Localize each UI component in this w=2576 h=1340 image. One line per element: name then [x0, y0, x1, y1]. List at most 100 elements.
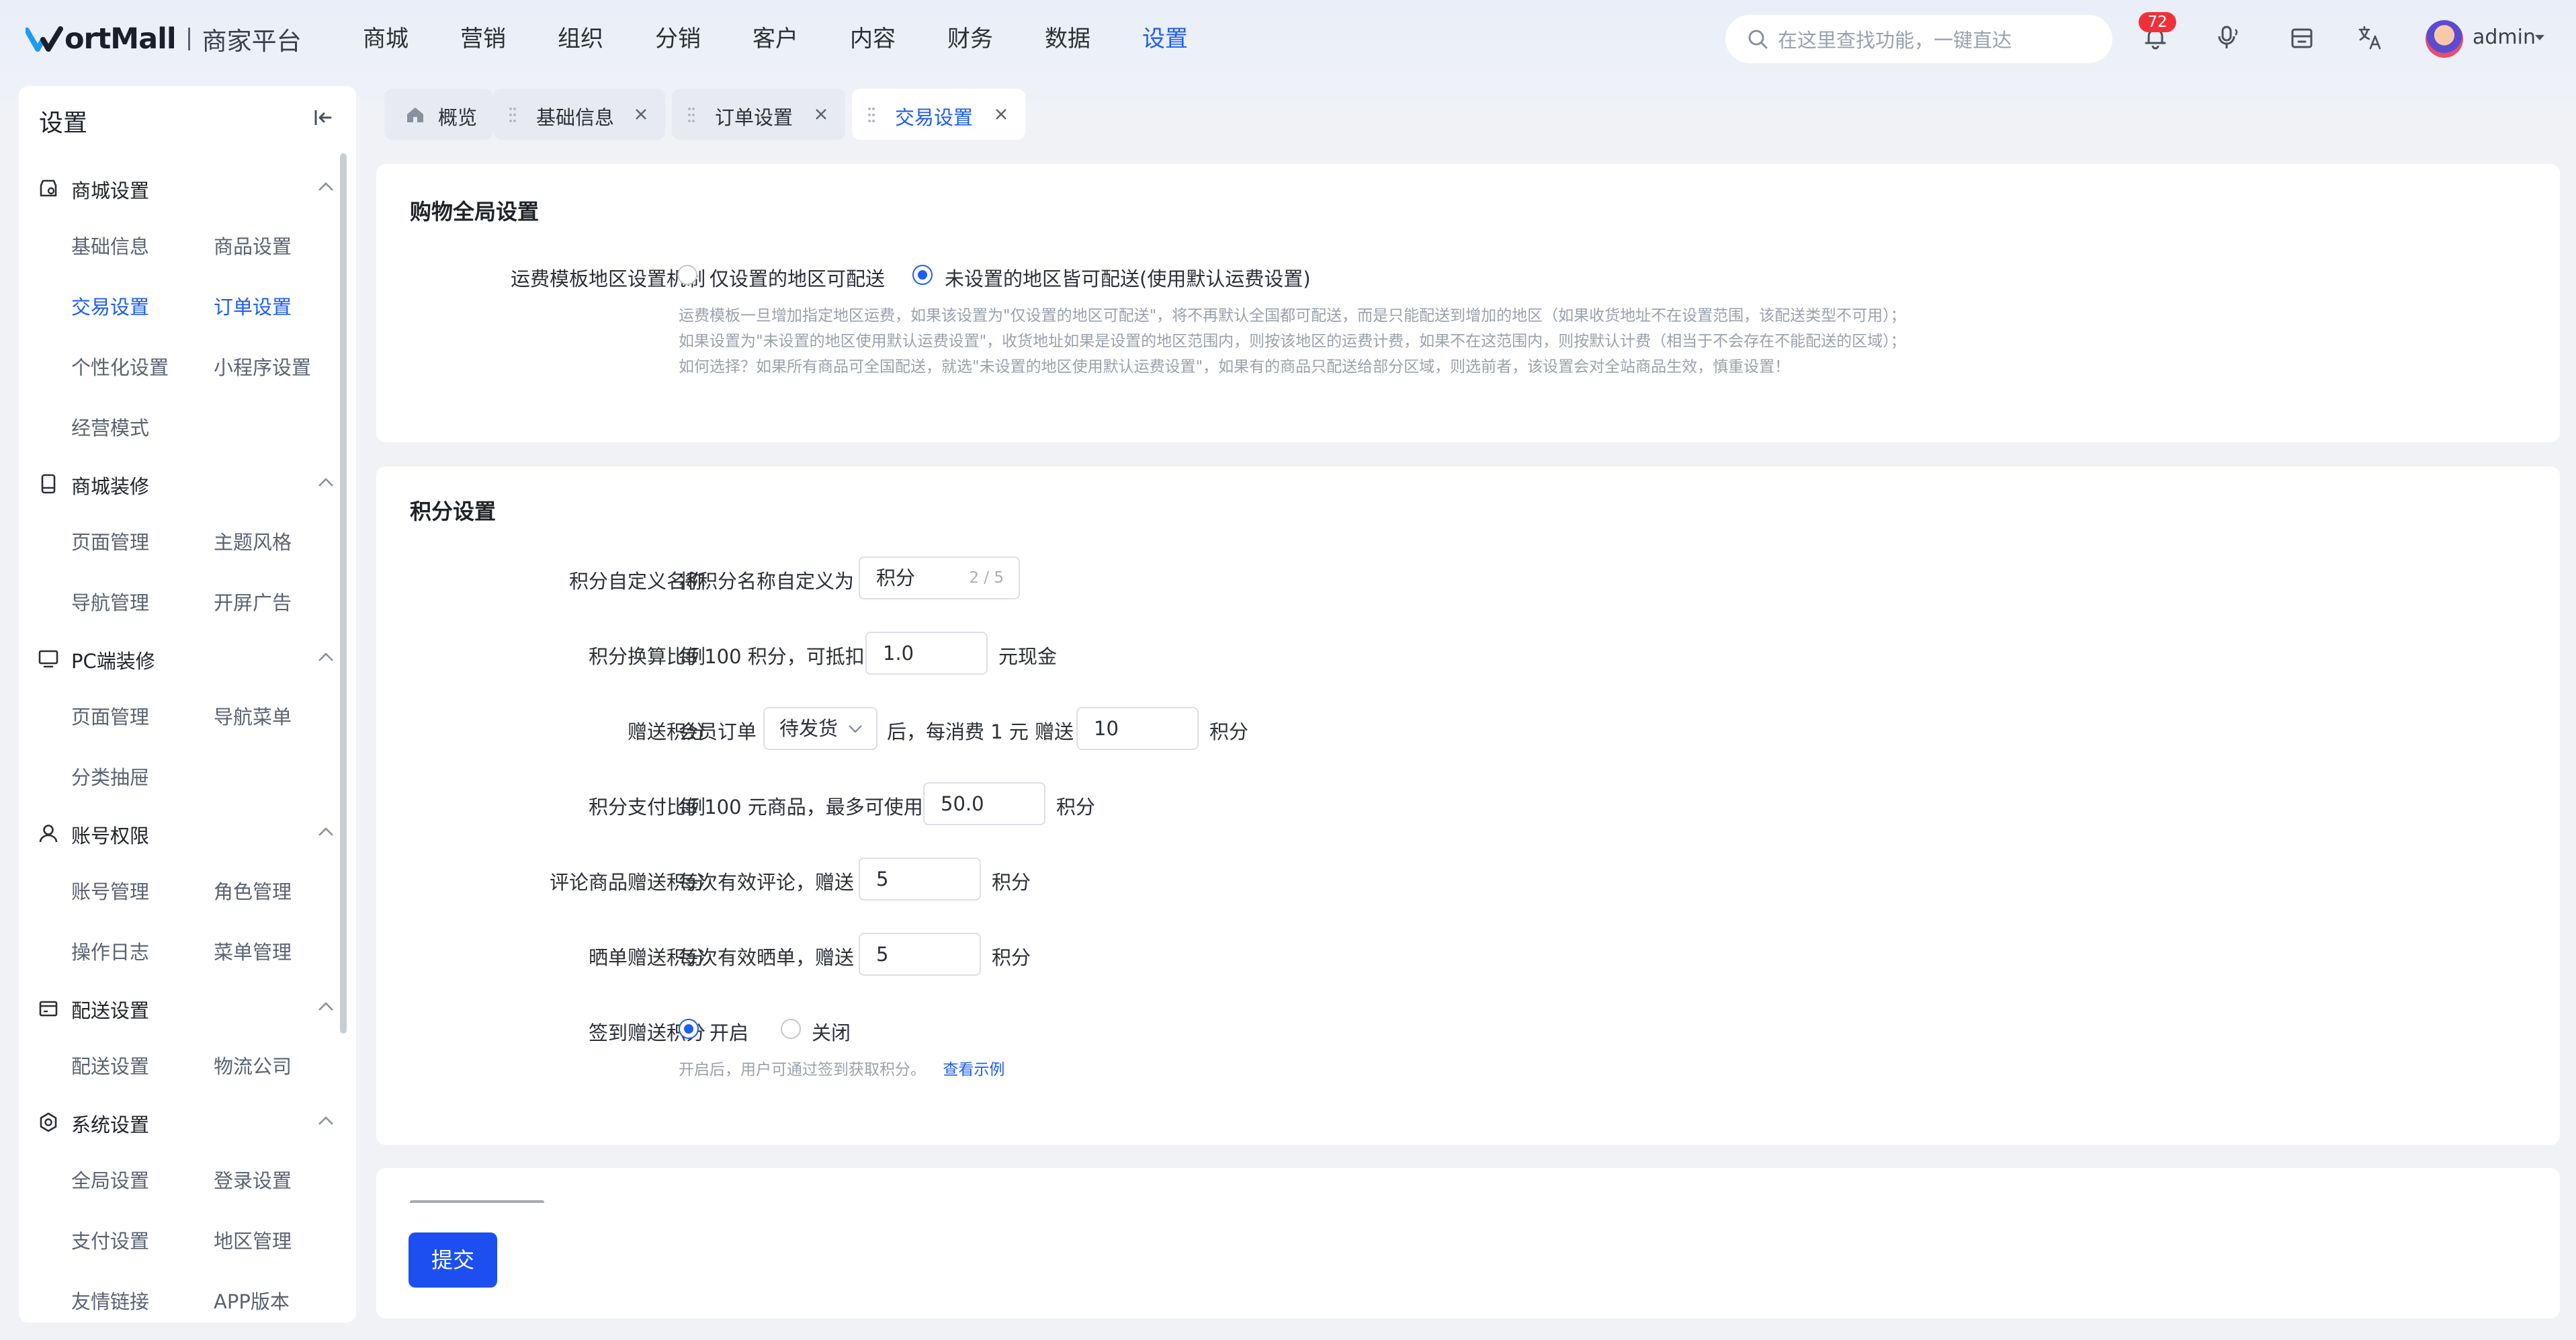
- logo-text: ortMall: [65, 22, 177, 56]
- drag-handle-icon[interactable]: [867, 106, 876, 124]
- tab-overview[interactable]: 概览: [384, 89, 493, 140]
- sidebar-item-order-settings[interactable]: 订单设置: [214, 292, 292, 320]
- tab-basic-info[interactable]: 基础信息: [493, 89, 665, 140]
- radio-label[interactable]: 未设置的地区皆可配送(使用默认运费设置): [945, 263, 1311, 292]
- system-icon: [40, 1112, 57, 1132]
- radio-label[interactable]: 开启: [710, 1017, 748, 1046]
- topnav-settings[interactable]: 设置: [1142, 20, 1240, 58]
- sidebar-item-product-settings[interactable]: 商品设置: [214, 231, 292, 259]
- sidebar-group-header[interactable]: 配送设置: [19, 991, 356, 1024]
- sidebar-item-basic-info[interactable]: 基础信息: [71, 231, 149, 259]
- chevron-up-icon: [318, 478, 333, 487]
- topnav-distribution[interactable]: 分销: [655, 20, 753, 58]
- topnav-data[interactable]: 数据: [1045, 20, 1142, 58]
- sidebar-group-header[interactable]: 商城设置: [19, 171, 356, 204]
- tab-trade-settings[interactable]: 交易设置: [852, 89, 1025, 140]
- sidebar-scrollbar[interactable]: [340, 153, 347, 1034]
- share-points-input[interactable]: 5: [859, 933, 981, 976]
- close-icon[interactable]: [634, 108, 648, 121]
- top-nav: 商城 营销 组织 分销 客户 内容 财务 数据 设置: [363, 20, 1240, 58]
- user-name[interactable]: admin: [2473, 26, 2536, 49]
- field-suffix: 积分: [1056, 796, 1096, 819]
- submit-button[interactable]: 提交: [409, 1232, 497, 1288]
- sidebar-group-label: 配送设置: [71, 999, 150, 1022]
- avatar[interactable]: [2425, 20, 2463, 58]
- chevron-down-icon[interactable]: [2534, 34, 2545, 42]
- review-points-input[interactable]: 5: [859, 857, 981, 901]
- topnav-mall[interactable]: 商城: [363, 20, 460, 58]
- gift-points-input[interactable]: 10: [1076, 707, 1199, 750]
- radio-only-set-regions[interactable]: [677, 265, 697, 285]
- sidebar-group-header[interactable]: 商城装修: [19, 466, 356, 500]
- topnav-marketing[interactable]: 营销: [460, 20, 558, 58]
- translate-icon[interactable]: [2357, 24, 2384, 51]
- view-example-link[interactable]: 查看示例: [943, 1061, 1004, 1079]
- help-text: 如果设置为"未设置的地区使用默认运费设置"，收货地址如果是设置的地区范围内，则按…: [679, 333, 1906, 350]
- field-prefix: 将积分名称自定义为: [679, 570, 855, 593]
- topnav-organization[interactable]: 组织: [558, 20, 655, 58]
- sidebar-item-friend-links[interactable]: 友情链接: [71, 1286, 149, 1314]
- logo[interactable]: ortMall 商家平台: [26, 20, 302, 58]
- tab-order-settings[interactable]: 订单设置: [672, 89, 845, 140]
- points-name-input[interactable]: 积分 2 / 5: [859, 556, 1020, 599]
- sidebar-group-header[interactable]: 系统设置: [19, 1105, 356, 1138]
- form-label: 运费模板地区设置机制: [510, 267, 705, 290]
- drag-handle-icon[interactable]: [508, 106, 517, 124]
- delivery-icon: [39, 1001, 58, 1017]
- search-input[interactable]: 在这里查找功能，一键直达: [1725, 15, 2112, 63]
- sidebar-group-header[interactable]: 账号权限: [19, 816, 356, 849]
- store-icon[interactable]: [2288, 24, 2315, 51]
- input-value: 10: [1094, 717, 1119, 740]
- close-icon[interactable]: [994, 108, 1008, 121]
- topnav-finance[interactable]: 财务: [947, 20, 1045, 58]
- microphone-icon[interactable]: [2215, 24, 2241, 51]
- sidebar-item-category-drawer[interactable]: 分类抽屉: [71, 762, 149, 790]
- sidebar-item-trade-settings[interactable]: 交易设置: [71, 292, 149, 320]
- radio-signin-off[interactable]: [781, 1019, 801, 1039]
- sidebar-item-pc-page-manage[interactable]: 页面管理: [71, 702, 149, 730]
- sidebar-item-splash-ad[interactable]: 开屏广告: [214, 587, 292, 616]
- sidebar-item-app-version[interactable]: APP版本: [214, 1286, 290, 1314]
- sidebar-item-business-mode[interactable]: 经营模式: [71, 413, 149, 441]
- chevron-up-icon: [318, 182, 333, 191]
- sidebar-item-login-settings[interactable]: 登录设置: [214, 1165, 292, 1194]
- points-rate-input[interactable]: 1.0: [865, 632, 988, 675]
- sidebar-item-nav-manage[interactable]: 导航管理: [71, 587, 149, 616]
- sidebar-item-personalization[interactable]: 个性化设置: [71, 352, 169, 380]
- drag-handle-icon[interactable]: [687, 106, 696, 124]
- sidebar-item-role-manage[interactable]: 角色管理: [214, 876, 292, 905]
- field-prefix: 每次有效评论，赠送: [679, 871, 855, 894]
- logo-mark-icon: [26, 26, 63, 52]
- monitor-icon: [38, 650, 58, 668]
- sidebar-group-header[interactable]: PC端装修: [19, 641, 356, 675]
- radio-label[interactable]: 仅设置的地区可配送: [710, 263, 885, 292]
- form-label: 晒单赠送积分: [588, 946, 705, 969]
- close-icon[interactable]: [814, 108, 828, 121]
- topnav-content[interactable]: 内容: [850, 20, 947, 58]
- sidebar-item-payment-settings[interactable]: 支付设置: [71, 1226, 149, 1254]
- order-status-select[interactable]: 待发货: [763, 707, 877, 750]
- sidebar-item-region-manage[interactable]: 地区管理: [214, 1226, 292, 1254]
- topnav-customer[interactable]: 客户: [753, 20, 850, 58]
- sidebar-item-theme-style[interactable]: 主题风格: [214, 527, 292, 555]
- logo-divider: [187, 28, 190, 50]
- sidebar-item-miniprogram[interactable]: 小程序设置: [214, 352, 311, 380]
- sidebar-item-nav-menu[interactable]: 导航菜单: [214, 702, 292, 730]
- notification-badge: 72: [2139, 12, 2176, 32]
- section-title: 购物全局设置: [410, 199, 540, 224]
- radio-signin-on[interactable]: [679, 1019, 699, 1039]
- points-pay-input[interactable]: 50.0: [923, 782, 1045, 825]
- sidebar-item-delivery-settings[interactable]: 配送设置: [71, 1051, 149, 1079]
- field-suffix: 积分: [992, 946, 1031, 969]
- sidebar-title: 设置: [39, 110, 88, 137]
- radio-label[interactable]: 关闭: [812, 1017, 851, 1046]
- sidebar-item-page-manage[interactable]: 页面管理: [71, 527, 149, 555]
- sidebar-item-account-manage[interactable]: 账号管理: [71, 876, 149, 905]
- radio-all-regions-default[interactable]: [912, 265, 933, 285]
- form-label: 积分支付比例: [588, 796, 705, 819]
- sidebar-item-logistics-company[interactable]: 物流公司: [214, 1051, 292, 1079]
- sidebar-item-menu-manage[interactable]: 菜单管理: [214, 937, 292, 965]
- sidebar-item-operation-log[interactable]: 操作日志: [71, 937, 149, 965]
- sidebar-item-global-settings[interactable]: 全局设置: [71, 1165, 149, 1194]
- collapse-sidebar-icon[interactable]: [313, 108, 333, 128]
